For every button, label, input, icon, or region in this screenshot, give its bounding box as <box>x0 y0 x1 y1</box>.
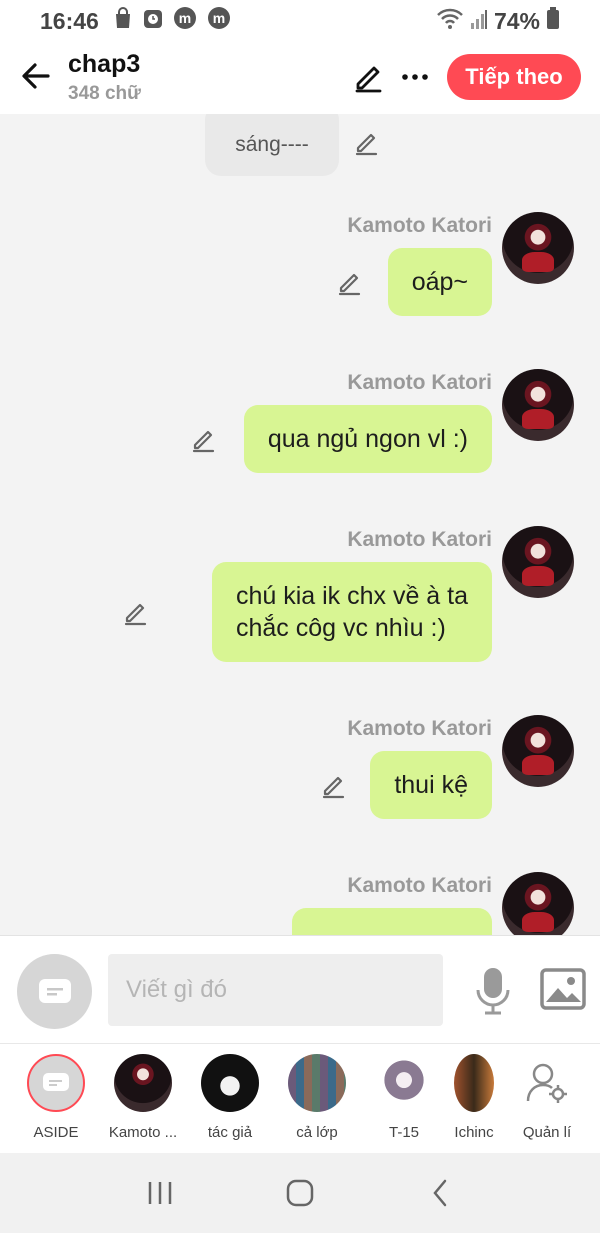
status-bar: 16:46 m m 74% <box>0 0 600 42</box>
character-label: Kamoto ... <box>108 1124 178 1141</box>
chat-area[interactable]: sáng---- Kamoto Katori oáp~ Kamoto Kator… <box>0 114 600 935</box>
status-time: 16:46 <box>40 7 99 34</box>
character-author[interactable]: tác giả <box>190 1054 270 1141</box>
message-bubble[interactable] <box>292 908 492 935</box>
character-strip: ASIDE Kamoto ... tác giả cả lớp T-15 Ich… <box>0 1043 600 1153</box>
next-chapter-button[interactable]: Tiếp theo <box>447 54 581 100</box>
character-label: cả lớp <box>296 1124 338 1141</box>
character-kamoto[interactable]: Kamoto ... <box>103 1054 183 1141</box>
avatar[interactable] <box>502 872 574 935</box>
back-nav-icon[interactable] <box>415 1168 465 1218</box>
edit-message-icon[interactable] <box>190 425 218 453</box>
message-text: qua ngủ ngon vl :) <box>267 425 468 453</box>
character-label: T-15 <box>388 1124 419 1141</box>
microphone-icon[interactable] <box>472 966 514 1016</box>
narration-text: sáng---- <box>235 133 309 156</box>
character-label: ASIDE <box>33 1124 79 1141</box>
sender-name: Kamoto Katori <box>347 214 492 237</box>
wifi-icon <box>436 7 464 35</box>
character-t15[interactable]: T-15 <box>364 1054 444 1141</box>
message-bubble[interactable]: chú kia ik chx về à ta chắc côg vc nhìu … <box>211 562 492 662</box>
chat-bubble-icon <box>38 978 71 1003</box>
composer-bar <box>0 935 600 1043</box>
avatar <box>288 1054 346 1112</box>
character-label: Ichinc <box>454 1124 494 1141</box>
message-bubble[interactable]: oáp~ <box>387 248 492 316</box>
battery-icon <box>546 7 560 35</box>
edit-pencil-icon[interactable] <box>352 60 386 94</box>
title-block: chap3 348 chữ <box>68 50 141 105</box>
avatar <box>454 1054 494 1112</box>
avatar <box>201 1054 259 1112</box>
message-text-line: chú kia ik chx về à ta <box>235 582 468 610</box>
edit-message-icon[interactable] <box>320 771 348 799</box>
avatar[interactable] <box>502 369 574 441</box>
character-label: Quản lí <box>522 1124 572 1141</box>
message-bubble[interactable]: qua ngủ ngon vl :) <box>243 405 492 473</box>
shopping-bag-icon <box>113 7 133 35</box>
svg-text:m: m <box>213 10 225 26</box>
signal-icon <box>470 8 488 35</box>
message-text: oáp~ <box>411 268 468 296</box>
manage-user-icon <box>518 1054 576 1112</box>
message-bubble[interactable]: thui kệ <box>370 751 492 819</box>
avatar[interactable] <box>502 212 574 284</box>
character-aside[interactable]: ASIDE <box>16 1054 96 1141</box>
home-icon[interactable] <box>275 1168 325 1218</box>
manage-characters-button[interactable]: Quản lí <box>507 1054 587 1141</box>
more-options-icon[interactable] <box>398 60 432 94</box>
back-arrow-icon[interactable] <box>18 58 54 94</box>
sender-name: Kamoto Katori <box>347 717 492 740</box>
chapter-header: chap3 348 chữ Tiếp theo <box>0 42 600 114</box>
battery-percent: 74% <box>493 7 540 34</box>
svg-text:m: m <box>179 10 191 26</box>
system-nav-bar <box>0 1153 600 1233</box>
avatar <box>114 1054 172 1112</box>
clock-app-icon <box>143 8 163 35</box>
message-text: thui kệ <box>394 771 468 799</box>
character-label: tác giả <box>207 1124 253 1141</box>
aside-icon <box>27 1054 85 1112</box>
image-icon[interactable] <box>540 968 586 1010</box>
character-ichinc[interactable]: Ichinc <box>451 1054 497 1141</box>
messenger-m-icon: m <box>173 6 197 36</box>
avatar <box>375 1054 433 1112</box>
character-class[interactable]: cả lớp <box>277 1054 357 1141</box>
message-text-line: chắc côg vc nhìu :) <box>235 614 446 642</box>
edit-message-icon[interactable] <box>122 598 150 626</box>
messenger-m-icon: m <box>207 6 231 36</box>
message-input[interactable] <box>108 954 443 1026</box>
edit-message-icon[interactable] <box>336 268 364 296</box>
sender-name: Kamoto Katori <box>347 371 492 394</box>
sender-name: Kamoto Katori <box>347 874 492 897</box>
narration-bubble: sáng---- <box>205 114 339 176</box>
recent-apps-icon[interactable] <box>135 1168 185 1218</box>
sender-name: Kamoto Katori <box>347 528 492 551</box>
edit-message-icon[interactable] <box>353 128 381 156</box>
avatar[interactable] <box>502 715 574 787</box>
avatar[interactable] <box>502 526 574 598</box>
word-count: 348 chữ <box>68 83 141 104</box>
aside-toggle-button[interactable] <box>17 954 92 1029</box>
chapter-title: chap3 <box>68 50 141 78</box>
